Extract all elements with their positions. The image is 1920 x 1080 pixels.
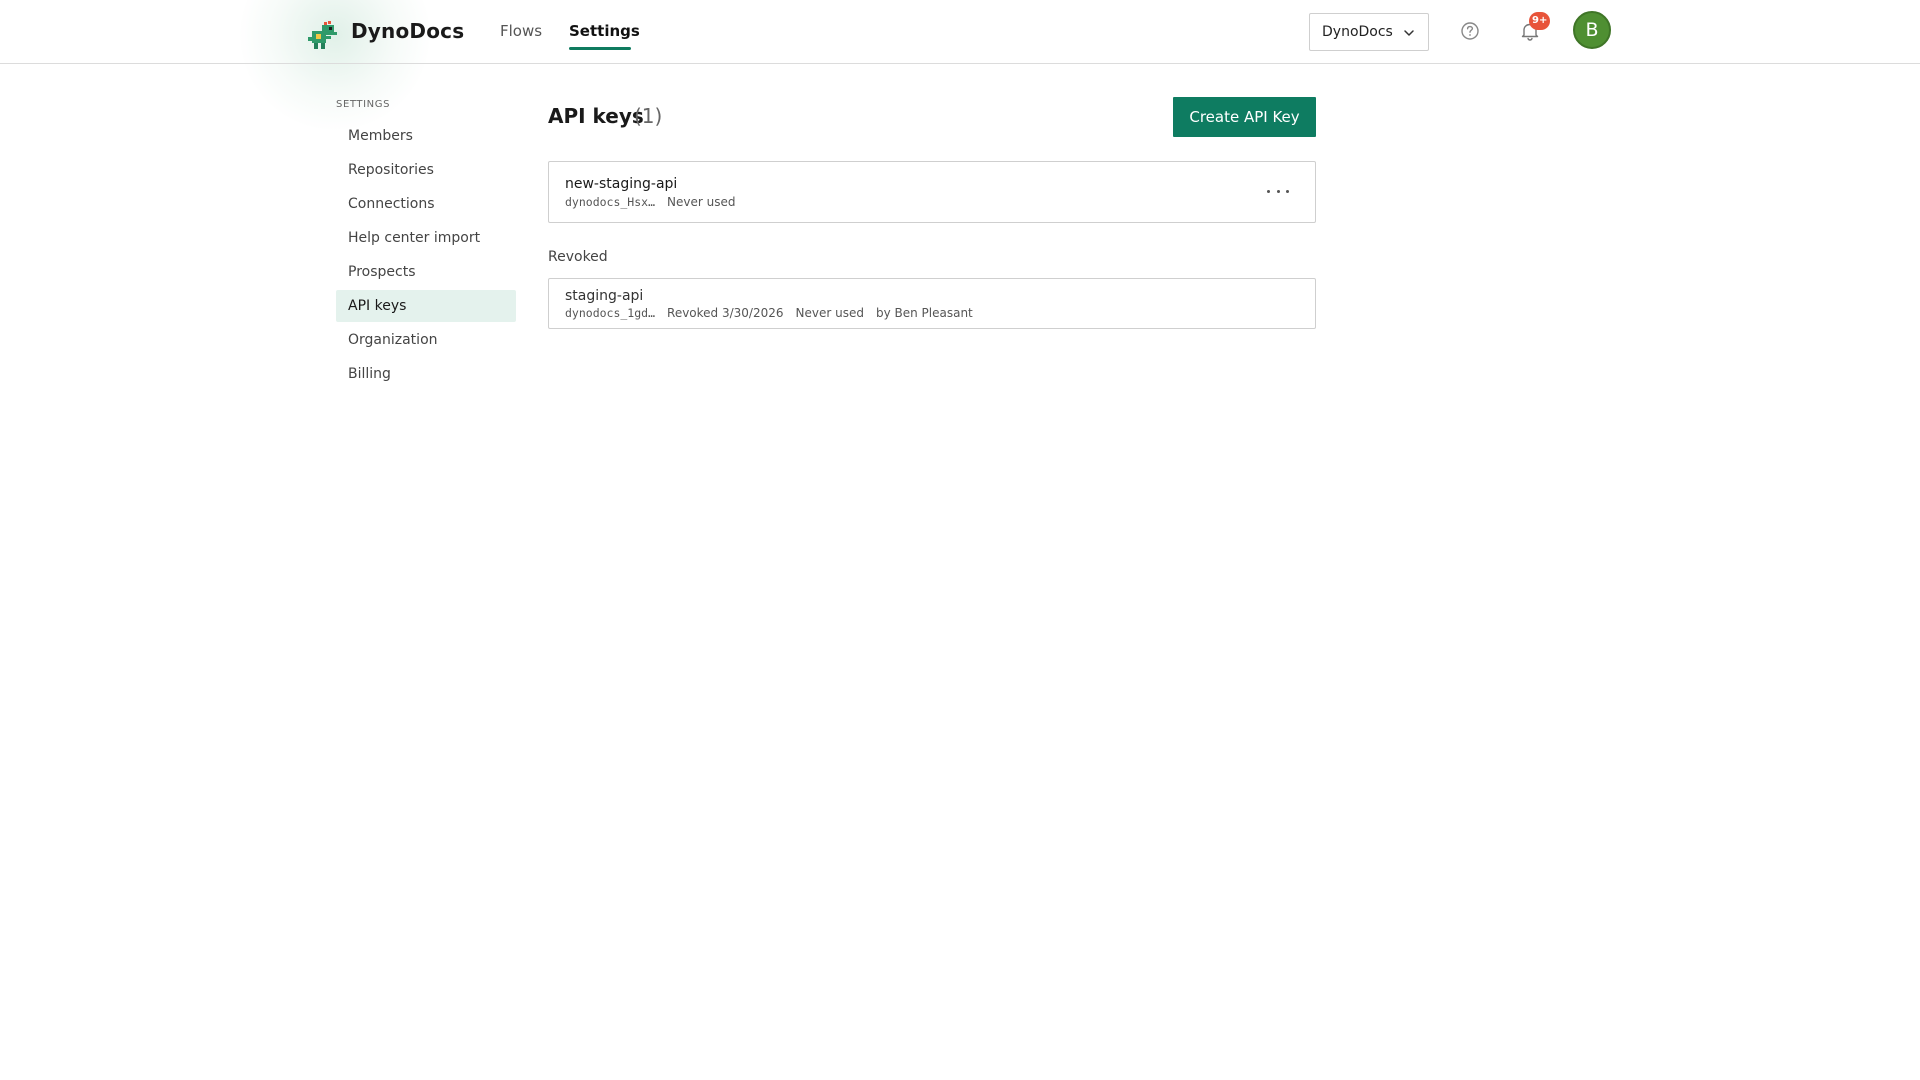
- revoked-section-heading: Revoked: [548, 249, 608, 265]
- sidebar-heading: SETTINGS: [336, 99, 391, 110]
- notification-count-badge: 9+: [1529, 12, 1551, 30]
- sidebar-item-api-keys[interactable]: API keys: [336, 290, 516, 322]
- sidebar-item-repositories[interactable]: Repositories: [336, 154, 516, 186]
- api-key-meta: dynodocs_Hsx… Never used: [565, 195, 735, 209]
- page-title: API keys: [548, 104, 644, 128]
- api-key-count: (1): [634, 104, 663, 128]
- revoked-key-prefix: dynodocs_1gd…: [565, 306, 656, 320]
- top-header: DynoDocs Flows Settings DynoDocs 9+ B: [0, 0, 1920, 64]
- sidebar-item-help-center-import[interactable]: Help center import: [336, 222, 516, 254]
- sidebar-item-billing[interactable]: Billing: [336, 358, 516, 390]
- more-options-icon[interactable]: [1267, 182, 1289, 200]
- organization-select-value: DynoDocs: [1322, 24, 1393, 40]
- nav-active-underline: [569, 47, 631, 50]
- api-key-usage: Never used: [667, 195, 736, 209]
- sidebar-item-connections[interactable]: Connections: [336, 188, 516, 220]
- sidebar-item-members[interactable]: Members: [336, 120, 516, 152]
- dino-logo-icon[interactable]: [306, 17, 342, 53]
- nav-settings[interactable]: Settings: [569, 22, 640, 40]
- api-key-row: new-staging-api dynodocs_Hsx… Never used: [548, 161, 1316, 223]
- revoked-key-name: staging-api: [565, 288, 644, 304]
- nav-flows[interactable]: Flows: [500, 22, 542, 40]
- revoked-key-meta: dynodocs_1gd… Revoked 3/30/2026 Never us…: [565, 306, 973, 320]
- api-key-prefix: dynodocs_Hsx…: [565, 195, 656, 209]
- sidebar-item-organization[interactable]: Organization: [336, 324, 516, 356]
- brand-name[interactable]: DynoDocs: [351, 19, 464, 43]
- revoked-key-row: staging-api dynodocs_1gd… Revoked 3/30/2…: [548, 278, 1316, 329]
- user-avatar[interactable]: B: [1573, 11, 1611, 49]
- create-api-key-button[interactable]: Create API Key: [1173, 97, 1316, 137]
- revoked-by: by Ben Pleasant: [875, 306, 973, 320]
- chevron-down-icon: [1402, 26, 1416, 40]
- revoked-key-usage: Never used: [795, 306, 864, 320]
- sidebar-item-prospects[interactable]: Prospects: [336, 256, 516, 288]
- organization-select[interactable]: DynoDocs: [1309, 13, 1429, 51]
- help-icon[interactable]: [1460, 21, 1480, 41]
- revoked-date: Revoked 3/30/2026: [667, 306, 784, 320]
- api-key-name: new-staging-api: [565, 176, 678, 192]
